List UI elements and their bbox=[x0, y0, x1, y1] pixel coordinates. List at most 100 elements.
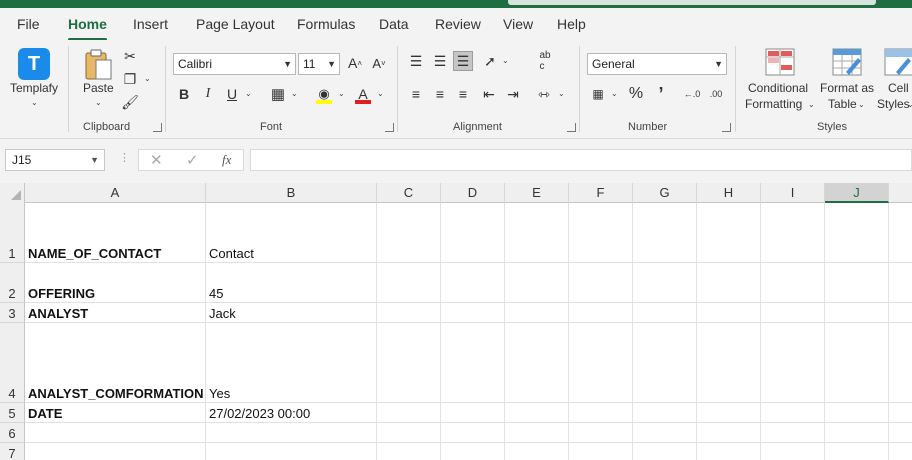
tab-help[interactable]: Help bbox=[557, 16, 586, 32]
increase-font-icon[interactable]: A ˄ bbox=[345, 53, 365, 73]
chevron-down-icon[interactable]: ⌄ bbox=[291, 89, 298, 98]
formula-input[interactable] bbox=[250, 149, 912, 171]
number-format-select[interactable]: General ▼ bbox=[587, 53, 727, 75]
spreadsheet-grid[interactable]: A B C D E F G H I J 1 NAME_OF_CONTACT Co… bbox=[0, 183, 912, 460]
increase-indent-icon[interactable]: ⇥ bbox=[503, 84, 523, 104]
column-header-i[interactable]: I bbox=[761, 183, 825, 203]
cell-a6[interactable] bbox=[25, 423, 206, 443]
copy-icon[interactable]: ❐ bbox=[120, 69, 140, 89]
underline-icon[interactable]: U bbox=[222, 84, 242, 104]
name-box[interactable]: J15 ▼ bbox=[5, 149, 105, 171]
tab-page-layout[interactable]: Page Layout bbox=[196, 16, 275, 32]
tab-file[interactable]: File bbox=[17, 16, 40, 32]
cell-b5[interactable]: 27/02/2023 00:00 bbox=[206, 403, 377, 423]
tab-formulas[interactable]: Formulas bbox=[297, 16, 355, 32]
chevron-down-icon: ▼ bbox=[714, 59, 723, 69]
align-center-icon[interactable]: ≡ bbox=[430, 84, 450, 104]
fx-icon[interactable]: fx bbox=[222, 152, 231, 168]
align-right-icon[interactable]: ≡ bbox=[453, 84, 473, 104]
format-as-table-button[interactable]: Format as Table ⌄ bbox=[818, 46, 876, 116]
tab-home[interactable]: Home bbox=[68, 16, 107, 41]
accounting-format-icon[interactable]: ▦ bbox=[588, 84, 608, 104]
cell-a4[interactable]: ANALYST_COMFORMATION bbox=[25, 323, 206, 403]
format-painter-icon[interactable]: 🖌 bbox=[120, 92, 140, 112]
cell-b4[interactable]: Yes bbox=[206, 323, 377, 403]
row-header-3[interactable]: 3 bbox=[0, 303, 25, 323]
x-icon[interactable]: ✕ bbox=[150, 151, 163, 169]
fill-color-icon[interactable]: ◉ bbox=[314, 84, 334, 104]
cell-styles-button[interactable]: Cell Styles ⌄ bbox=[876, 46, 912, 116]
tab-insert[interactable]: Insert bbox=[133, 16, 168, 32]
cell-b6[interactable] bbox=[206, 423, 377, 443]
dialog-launcher-icon[interactable] bbox=[385, 123, 394, 132]
column-header-h[interactable]: H bbox=[697, 183, 761, 203]
more-options-icon[interactable]: ⋮ bbox=[119, 151, 130, 164]
dialog-launcher-icon[interactable] bbox=[567, 123, 576, 132]
align-left-icon[interactable]: ≡ bbox=[406, 84, 426, 104]
row-header-7[interactable]: 7 bbox=[0, 443, 25, 460]
column-header-f[interactable]: F bbox=[569, 183, 633, 203]
align-bottom-icon[interactable]: ☰ bbox=[453, 51, 473, 71]
select-all-button[interactable] bbox=[0, 183, 25, 203]
align-middle-icon[interactable]: ☰ bbox=[430, 51, 450, 71]
conditional-formatting-button[interactable]: Conditional Formatting ⌄ bbox=[744, 46, 816, 116]
percent-icon[interactable]: % bbox=[626, 84, 646, 104]
cell-a5[interactable]: DATE bbox=[25, 403, 206, 423]
font-name-select[interactable]: Calibri ▼ bbox=[173, 53, 296, 75]
chevron-down-icon: ⌄ bbox=[31, 98, 38, 107]
cell-b7[interactable] bbox=[206, 443, 377, 460]
column-header-j[interactable]: J bbox=[825, 183, 889, 203]
cell-b1[interactable]: Contact bbox=[206, 203, 377, 263]
cell-b2[interactable]: 45 bbox=[206, 263, 377, 303]
chevron-down-icon[interactable]: ⌄ bbox=[611, 89, 618, 98]
chevron-down-icon[interactable]: ⌄ bbox=[144, 74, 151, 83]
bold-icon[interactable]: B bbox=[174, 84, 194, 104]
tab-view[interactable]: View bbox=[503, 16, 533, 32]
decrease-decimal-icon[interactable]: .00 bbox=[706, 84, 726, 104]
chevron-down-icon[interactable]: ⌄ bbox=[245, 89, 252, 98]
chevron-down-icon[interactable]: ⌄ bbox=[502, 56, 509, 65]
row-header-2[interactable]: 2 bbox=[0, 263, 25, 303]
column-header-b[interactable]: B bbox=[206, 183, 377, 203]
column-header-c[interactable]: C bbox=[377, 183, 441, 203]
cut-icon[interactable]: ✂ bbox=[120, 46, 140, 66]
dialog-launcher-icon[interactable] bbox=[153, 123, 162, 132]
chevron-down-icon[interactable]: ⌄ bbox=[377, 89, 384, 98]
column-header-d[interactable]: D bbox=[441, 183, 505, 203]
comma-style-icon[interactable]: ’ bbox=[651, 84, 671, 104]
templafy-button[interactable]: T Templafy ⌄ bbox=[8, 46, 60, 116]
dialog-launcher-icon[interactable] bbox=[722, 123, 731, 132]
row-header-5[interactable]: 5 bbox=[0, 403, 25, 423]
column-header-e[interactable]: E bbox=[505, 183, 569, 203]
check-icon[interactable]: ✓ bbox=[186, 151, 199, 169]
align-top-icon[interactable]: ☰ bbox=[406, 51, 426, 71]
tab-review[interactable]: Review bbox=[435, 16, 481, 32]
column-header-a[interactable]: A bbox=[25, 183, 206, 203]
increase-decimal-icon[interactable]: ←.0 bbox=[682, 84, 702, 104]
row-header-4[interactable]: 4 bbox=[0, 323, 25, 403]
chevron-down-icon[interactable]: ⌄ bbox=[558, 89, 565, 98]
paste-button[interactable]: Paste ⌄ bbox=[80, 46, 118, 116]
font-size-select[interactable]: 11 ▼ bbox=[298, 53, 340, 75]
orientation-icon[interactable]: ➚ bbox=[480, 51, 500, 71]
italic-icon[interactable]: I bbox=[198, 84, 218, 104]
tab-data[interactable]: Data bbox=[379, 16, 409, 32]
decrease-font-icon[interactable]: A ˅ bbox=[369, 53, 389, 73]
merge-center-icon[interactable]: ⇿ bbox=[534, 84, 554, 104]
column-header-g[interactable]: G bbox=[633, 183, 697, 203]
chevron-down-icon[interactable]: ⌄ bbox=[338, 89, 345, 98]
search-box[interactable] bbox=[508, 0, 876, 5]
cell-a2[interactable]: OFFERING bbox=[25, 263, 206, 303]
cell-a7[interactable] bbox=[25, 443, 206, 460]
cell-b3[interactable]: Jack bbox=[206, 303, 377, 323]
format-as-table-label-2: Table bbox=[828, 97, 857, 111]
column-header-k[interactable] bbox=[889, 183, 912, 203]
decrease-indent-icon[interactable]: ⇤ bbox=[479, 84, 499, 104]
borders-icon[interactable]: ▦ bbox=[268, 84, 288, 104]
row-header-6[interactable]: 6 bbox=[0, 423, 25, 443]
wrap-text-icon[interactable]: ab c bbox=[535, 50, 555, 72]
cell-a1[interactable]: NAME_OF_CONTACT bbox=[25, 203, 206, 263]
font-color-icon[interactable]: A bbox=[353, 84, 373, 104]
cell-a3[interactable]: ANALYST bbox=[25, 303, 206, 323]
row-header-1[interactable]: 1 bbox=[0, 203, 25, 263]
